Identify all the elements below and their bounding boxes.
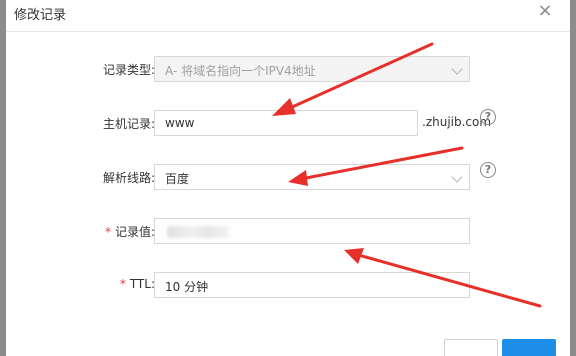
required-star: *	[119, 277, 126, 291]
record-type-value: A- 将域名指向一个IPV4地址	[165, 64, 316, 78]
record-type-select[interactable]: A- 将域名指向一个IPV4地址	[154, 56, 470, 82]
redacted-value	[167, 226, 229, 238]
resolution-line-label: 解析线路:	[102, 171, 155, 185]
dialog-title: 修改记录	[14, 8, 67, 23]
host-record-input[interactable]: www	[154, 110, 418, 136]
resolution-line-select[interactable]: 百度	[154, 164, 470, 190]
chevron-down-icon	[451, 171, 463, 183]
ttl-input[interactable]: 10 分钟	[154, 272, 470, 298]
host-record-row: 主机记录: www .zhujib.com ?	[6, 109, 570, 136]
resolution-line-row: 解析线路: 百度 ?	[6, 162, 570, 190]
edit-record-dialog: 修改记录 × 记录类型: A- 将域名指向一个IPV4地址 主机记录: www …	[6, 0, 570, 356]
record-value-row: * 记录值:	[6, 218, 570, 244]
record-value-input[interactable]	[154, 218, 470, 244]
record-type-row: 记录类型: A- 将域名指向一个IPV4地址	[6, 56, 570, 82]
cancel-button[interactable]	[444, 339, 498, 356]
chevron-down-icon	[451, 63, 463, 75]
record-value-label-text: 记录值:	[114, 225, 155, 239]
close-icon[interactable]: ×	[534, 0, 556, 22]
ttl-label: * TTL:	[120, 277, 155, 291]
help-icon[interactable]: ?	[480, 162, 496, 178]
host-record-label: 主机记录:	[102, 117, 155, 131]
record-value-label: * 记录值:	[105, 223, 155, 240]
help-icon[interactable]: ?	[480, 109, 496, 125]
dialog-header: 修改记录 ×	[6, 0, 570, 32]
confirm-button[interactable]	[502, 339, 556, 356]
ttl-value: 10 分钟	[165, 280, 209, 294]
modal-backdrop-right	[570, 0, 576, 356]
required-star: *	[104, 225, 111, 239]
record-type-label: 记录类型:	[102, 63, 155, 77]
ttl-label-text: TTL:	[129, 277, 155, 291]
resolution-line-value: 百度	[165, 172, 190, 186]
host-record-value: www	[165, 116, 195, 130]
ttl-row: * TTL: 10 分钟	[6, 272, 570, 298]
